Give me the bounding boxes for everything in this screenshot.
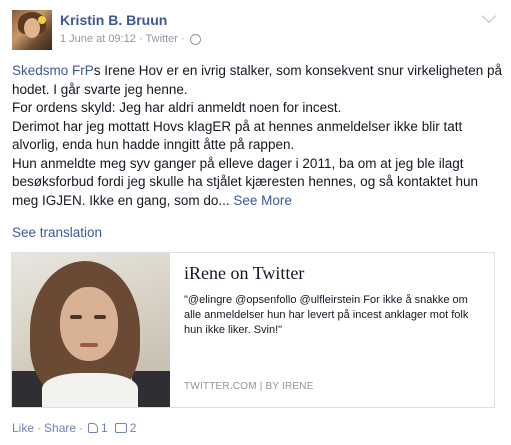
card-source: TWITTER.COM | BY IRENE [184,381,314,392]
post-actions: Like · Share · 1 2 [12,421,136,435]
card-title[interactable]: iRene on Twitter [184,263,304,284]
link-preview-card[interactable]: iRene on Twitter "@elingre @opsenfollo @… [11,252,495,408]
meta-separator-2: · [180,33,185,45]
thumb-eye-left [70,315,82,319]
globe-icon[interactable] [189,33,201,45]
post-paragraph-3: Derimot har jeg mottatt Hovs klagER på a… [12,118,463,153]
see-translation-link[interactable]: See translation [12,225,102,240]
card-description: "@elingre @opsenfollo @ulfleirstein For … [184,294,469,336]
see-more-link[interactable]: See More [233,193,292,208]
action-separator: · [37,421,42,435]
meta-separator: · [138,33,143,45]
author-avatar[interactable] [12,10,52,50]
post-body: Skedsmo FrPs Irene Hov er en ivrig stalk… [12,62,502,210]
thumb-collar [42,373,138,407]
share-button[interactable]: Share [44,421,76,435]
mention-link[interactable]: Skedsmo FrP [12,63,94,78]
chevron-down-icon[interactable] [481,8,497,24]
comment-icon[interactable] [114,423,127,433]
post-source[interactable]: Twitter [146,33,178,45]
thumb-mouth [80,343,98,347]
card-thumbnail[interactable] [12,253,170,407]
like-count[interactable]: 1 [101,421,108,435]
like-button[interactable]: Like [12,421,34,435]
thumb-eye-right [94,315,106,319]
post-paragraph-2: For ordens skyld: Jeg har aldri anmeldt … [12,100,342,115]
action-separator-2: · [79,421,84,435]
post-paragraph-4: Hun anmeldte meg syv ganger på elleve da… [12,155,502,211]
avatar-accent [38,16,46,24]
thumb-face [60,287,118,361]
post-meta: 1 June at 09:12 · Twitter · [60,33,201,45]
post-date[interactable]: 1 June at 09:12 [60,33,136,45]
author-name[interactable]: Kristin B. Bruun [60,12,167,28]
comment-count[interactable]: 2 [130,421,137,435]
thumbs-up-icon[interactable] [88,423,99,433]
facebook-post: Kristin B. Bruun 1 June at 09:12 · Twitt… [0,0,511,445]
post-paragraph-1: Skedsmo FrPs Irene Hov er en ivrig stalk… [12,62,502,99]
